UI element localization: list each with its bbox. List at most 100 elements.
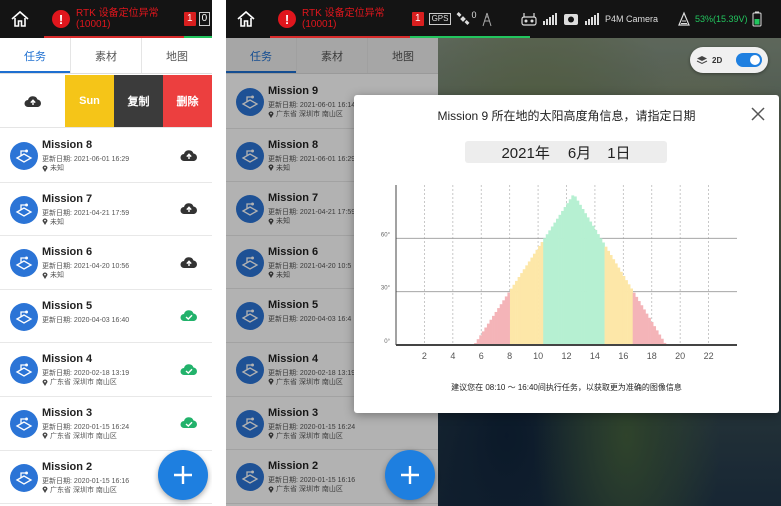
elevation-bar [653,326,657,345]
mission-sync-status[interactable] [180,308,198,324]
add-mission-button[interactable] [158,450,208,500]
y-tick-label: 0° [384,339,390,345]
mission-sync-status[interactable] [180,254,198,270]
elevation-bar [607,250,610,345]
map-mode-toggle[interactable]: 2D [690,47,768,73]
elevation-bar [604,246,608,345]
warning-icon: ! [278,10,296,28]
elevation-bar [525,265,529,345]
location-pin-icon [42,432,48,440]
tab-map[interactable]: 地图 [142,38,212,73]
remote-controller-icon [521,13,537,26]
dialog-title: Mission 9 所在地的太阳高度角信息，请指定日期 [437,109,696,123]
mission-avatar [10,356,38,385]
mission-list: Mission 8 更新日期: 2021-06-01 16:29 未知 Mission… [0,129,212,505]
alert-count-badge[interactable]: 1 [412,12,424,26]
elevation-bar [504,296,508,345]
x-tick-label: 4 [450,351,455,361]
elevation-bar [563,207,567,345]
map-mode-switch[interactable] [736,53,762,67]
mission-row[interactable]: Mission 4 更新日期: 2020-02-18 13:19 广东省 深圳市 南… [0,343,212,397]
elevation-bar [492,315,495,345]
mission-row[interactable]: Mission 8 更新日期: 2021-06-01 16:29 未知 [0,129,212,183]
mission-name: Mission 6 [42,246,93,259]
mission-location-text: 未知 [50,165,64,172]
mission-row[interactable]: Mission 3 更新日期: 2020-01-15 16:24 广东省 深圳市 南… [0,396,212,451]
delete-button[interactable]: 删除 [163,75,212,127]
location-pin-icon [42,486,48,494]
elevation-bar [642,309,646,345]
elevation-bar [637,301,641,345]
home-button[interactable] [0,0,40,38]
date-year[interactable]: 2021年 [501,142,549,163]
mission-row[interactable]: Mission 5 更新日期: 2020-04-03 16:40 [0,289,212,344]
top-bar: ! RTK 设备定位异常 (10001) 1 GPS 0 P4M Camera … [226,0,781,38]
mission-row[interactable]: Mission 6 更新日期: 2021-04-20 10:56 未知 [0,236,212,290]
mission-avatar [10,249,38,278]
add-mission-button[interactable] [385,450,435,500]
map-mode-label: 2D [712,55,723,65]
tab-tasks[interactable]: 任务 [0,38,71,73]
elevation-bar [550,226,554,345]
home-button[interactable] [226,0,266,38]
elevation-bar [535,249,539,345]
elevation-bar [566,203,570,345]
elevation-bar [494,311,498,345]
elevation-bar [622,275,626,345]
satellite-icon [456,12,470,25]
mission-location-text: 广东省 深圳市 南山区 [50,379,117,387]
mission-name: Mission 7 [42,192,93,205]
cloud-done-icon [180,364,197,375]
x-tick-label: 16 [618,351,628,361]
mission-avatar [10,195,38,224]
dialog-advice: 建议您在 08:10 ～ 16:40间执行任务，以获取更为准确的图像信息 [451,383,682,392]
mission-row[interactable]: Mission 7 更新日期: 2021-04-21 17:59 未知 [0,182,212,237]
mission-avatar [10,302,38,331]
mission-icon [15,471,33,485]
mission-location: 广东省 深圳市 南山区 [42,485,117,495]
mission-sync-status[interactable] [180,415,198,431]
video-signal-icon [585,13,599,25]
elevation-bar [558,214,562,345]
location-pin-icon [42,165,48,172]
location-pin-icon [42,218,48,226]
elevation-bar [540,242,544,345]
close-icon[interactable] [749,105,767,123]
elevation-bar [507,292,511,345]
elevation-bar [655,330,659,345]
rc-signal-icon [543,13,557,25]
elevation-bar [648,317,651,345]
battery-cluster: 53%(15.39V) [677,0,762,38]
elevation-bar [543,238,547,345]
alert-count-badge[interactable]: 1 [184,12,196,26]
mission-sync-status[interactable] [180,201,198,217]
date-day[interactable]: 1日 [607,142,630,163]
divider [212,0,226,506]
upload-button[interactable] [0,75,65,127]
plus-icon [401,466,419,484]
elevation-bar [548,230,552,345]
elevation-bar [489,319,493,345]
cloud-done-icon [180,310,197,322]
date-picker[interactable]: 2021年 6月 1日 [465,141,667,163]
elevation-bar [553,222,557,345]
cloud-done-icon [180,417,197,429]
battery-text: 53%(15.39V) [695,14,748,24]
mission-icon [15,363,33,378]
copy-button[interactable]: 复制 [114,75,163,127]
home-icon [11,10,29,27]
cloud-upload-icon [180,203,197,215]
elevation-bar [627,284,631,345]
elevation-bar [640,305,644,345]
y-tick-label: 30° [381,286,391,292]
battery-icon [678,11,690,26]
elevation-bar [614,263,618,345]
x-tick-label: 2 [422,351,427,361]
mission-sync-status[interactable] [180,147,198,163]
mission-sync-status[interactable] [180,361,198,377]
elevation-bar [609,255,613,345]
tab-materials[interactable]: 素材 [71,38,142,73]
date-month[interactable]: 6月 [568,142,591,163]
sun-button[interactable]: Sun [65,75,114,127]
device-cluster: P4M Camera [521,0,658,38]
